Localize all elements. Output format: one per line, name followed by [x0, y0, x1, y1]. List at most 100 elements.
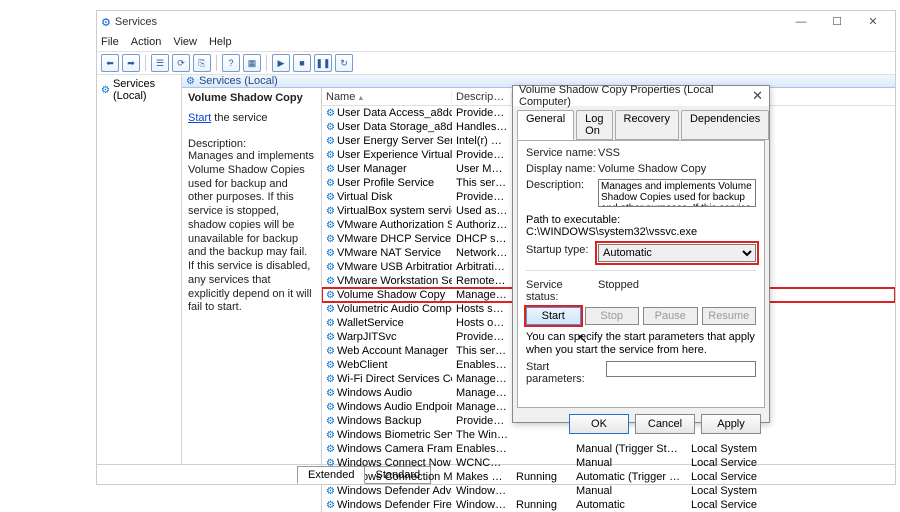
restart-service-button[interactable]: ↻ — [335, 54, 353, 72]
gear-icon: ⚙ — [186, 76, 195, 87]
service-logon: Local Service — [687, 471, 767, 483]
gear-icon: ⚙ — [326, 192, 335, 203]
service-name: User Profile Service — [337, 177, 434, 189]
service-desc: Manages an.. — [452, 289, 512, 301]
service-desc: Hosts spatia.. — [452, 303, 512, 315]
maximize-button[interactable]: ☐ — [819, 11, 855, 33]
service-name: Windows Defender Advanc.. — [337, 485, 452, 497]
start-params-input[interactable] — [606, 361, 756, 377]
start-service-button[interactable]: ▶ — [272, 54, 290, 72]
menu-view[interactable]: View — [173, 36, 197, 48]
tab-general[interactable]: General — [517, 110, 574, 140]
services-icon: ⚙ — [101, 16, 111, 29]
properties-button[interactable]: ▦ — [243, 54, 261, 72]
start-button[interactable]: Start — [526, 307, 581, 325]
service-name: Windows Defender Firewall — [337, 499, 452, 511]
description-label: Description: — [526, 179, 598, 191]
service-name: Virtual Disk — [337, 191, 392, 203]
service-row[interactable]: ⚙Windows Defender Advanc..Windows D..Man… — [322, 484, 895, 498]
gear-icon: ⚙ — [326, 500, 335, 511]
service-name: Windows Biometric Service — [337, 429, 452, 441]
dialog-close-button[interactable]: ✕ — [752, 88, 763, 104]
tab-logon[interactable]: Log On — [576, 110, 612, 140]
start-service-suffix: the service — [211, 112, 267, 124]
service-name: User Data Storage_a8dc9 — [337, 121, 452, 133]
window-title: Services — [115, 16, 783, 28]
service-desc: User Manag.. — [452, 163, 512, 175]
toolbar-separator — [145, 55, 146, 71]
service-desc: Handles sto.. — [452, 121, 512, 133]
show-hide-tree-button[interactable]: ☰ — [151, 54, 169, 72]
refresh-button[interactable]: ⟳ — [172, 54, 190, 72]
forward-button[interactable]: ➡ — [122, 54, 140, 72]
service-desc: DHCP servi.. — [452, 233, 512, 245]
service-name: Volumetric Audio Composit.. — [337, 303, 452, 315]
gear-icon: ⚙ — [326, 276, 335, 287]
service-name: VMware Authorization Servi.. — [337, 219, 452, 231]
resume-button: Resume — [702, 307, 757, 325]
menu-help[interactable]: Help — [209, 36, 232, 48]
gear-icon: ⚙ — [326, 290, 335, 301]
service-row[interactable]: ⚙Windows Defender FirewallWindows D..Run… — [322, 498, 895, 512]
tab-extended[interactable]: Extended — [297, 466, 365, 484]
service-desc: Enables mul.. — [452, 443, 512, 455]
display-name-label: Display name: — [526, 163, 598, 175]
service-desc: This service .. — [452, 177, 512, 189]
service-startup: Manual — [572, 485, 687, 497]
minimize-button[interactable]: — — [783, 11, 819, 33]
gear-icon: ⚙ — [326, 206, 335, 217]
pause-service-button[interactable]: ❚❚ — [314, 54, 332, 72]
service-row[interactable]: ⚙Windows Connect Now - C..WCNCSVC ..Manu… — [322, 456, 895, 470]
service-desc: Manages au.. — [452, 401, 512, 413]
pause-button: Pause — [643, 307, 698, 325]
close-button[interactable]: ✕ — [855, 11, 891, 33]
menu-action[interactable]: Action — [131, 36, 162, 48]
service-logon: Local System — [687, 443, 767, 455]
ok-button[interactable]: OK — [569, 414, 629, 434]
service-name: Windows Audio Endpoint B.. — [337, 401, 452, 413]
stop-button: Stop — [585, 307, 640, 325]
service-status-label: Service status: — [526, 279, 598, 303]
display-name-value: Volume Shadow Copy — [598, 163, 756, 175]
stop-service-button[interactable]: ■ — [293, 54, 311, 72]
service-name-label: Service name: — [526, 147, 598, 159]
service-row[interactable]: ⚙Windows Connection Man..Makes auto..Run… — [322, 470, 895, 484]
gear-icon: ⚙ — [101, 85, 110, 96]
service-name-value: VSS — [598, 147, 756, 159]
tab-dependencies[interactable]: Dependencies — [681, 110, 769, 140]
export-button[interactable]: ⎘ — [193, 54, 211, 72]
service-name: Windows Audio — [337, 387, 412, 399]
tree-root-services-local[interactable]: ⚙ Services (Local) — [99, 77, 179, 103]
menu-file[interactable]: File — [101, 36, 119, 48]
service-logon: Local Service — [687, 499, 767, 511]
detail-desc-text: Manages and implements Volume Shadow Cop… — [188, 150, 315, 315]
startup-type-select[interactable]: Automatic — [598, 244, 756, 262]
col-description[interactable]: Description — [452, 91, 512, 103]
start-service-link[interactable]: Start — [188, 112, 211, 124]
service-desc: Used as a C.. — [452, 205, 512, 217]
service-desc: Provides su.. — [452, 149, 512, 161]
service-row[interactable]: ⚙Windows Camera Frame Se..Enables mul..M… — [322, 442, 895, 456]
apply-button[interactable]: Apply — [701, 414, 761, 434]
gear-icon: ⚙ — [326, 374, 335, 385]
detail-title: Volume Shadow Copy — [188, 92, 315, 104]
gear-icon: ⚙ — [326, 318, 335, 329]
detail-pane: Volume Shadow Copy Start the service Des… — [182, 88, 322, 512]
help-button[interactable]: ? — [222, 54, 240, 72]
gear-icon: ⚙ — [326, 360, 335, 371]
service-desc: Intel(r) Ener.. — [452, 135, 512, 147]
service-name: User Energy Server Service q.. — [337, 135, 452, 147]
back-button[interactable]: ⬅ — [101, 54, 119, 72]
service-name: WebClient — [337, 359, 388, 371]
tab-recovery[interactable]: Recovery — [615, 110, 679, 140]
service-name: Windows Backup — [337, 415, 421, 427]
service-startup: Manual (Trigger Start) — [572, 443, 687, 455]
service-name: Windows Camera Frame Se.. — [337, 443, 452, 455]
service-desc: Provides m.. — [452, 191, 512, 203]
service-desc: Windows D.. — [452, 499, 512, 511]
list-header-label: Services (Local) — [199, 75, 278, 87]
service-desc: Hosts objec.. — [452, 317, 512, 329]
col-name[interactable]: Name▲ — [322, 91, 452, 103]
description-value[interactable] — [598, 179, 756, 207]
cancel-button[interactable]: Cancel — [635, 414, 695, 434]
